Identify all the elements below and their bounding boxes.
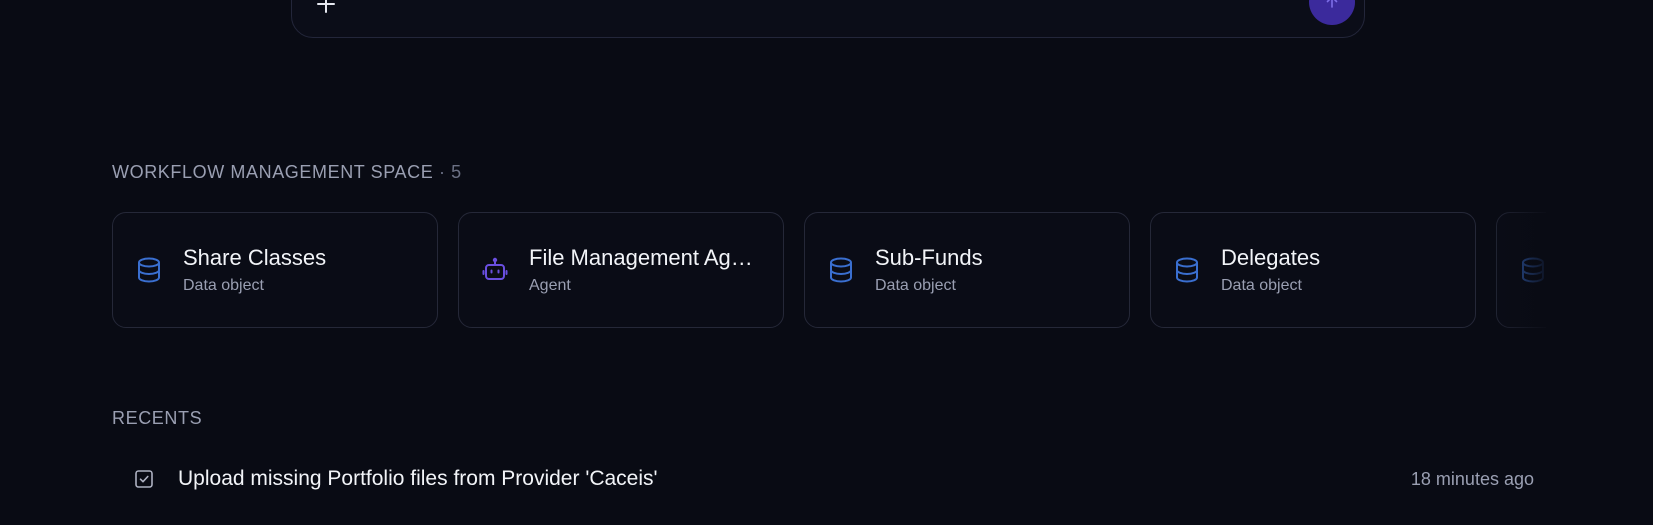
space-count: 5	[451, 162, 462, 182]
space-items-carousel[interactable]: Share Classes Data object File Managemen…	[112, 212, 1546, 330]
card-type: Agent	[529, 277, 571, 294]
database-icon	[830, 257, 852, 283]
message-composer[interactable]	[291, 0, 1365, 38]
page: WORKFLOW MANAGEMENT SPACE · 5 Share Clas…	[0, 0, 1653, 525]
plus-icon[interactable]	[317, 0, 335, 13]
recent-item[interactable]: Upload missing Portfolio files from Prov…	[112, 459, 1534, 499]
recent-item-title: Upload missing Portfolio files from Prov…	[178, 467, 658, 490]
card-type: Data object	[1221, 277, 1302, 294]
space-count-separator: ·	[433, 162, 452, 182]
recent-item-time: 18 minutes ago	[1410, 468, 1534, 489]
checkbox-icon	[135, 470, 153, 488]
send-button[interactable]	[1309, 0, 1355, 25]
database-icon	[1176, 257, 1198, 283]
card-name: File Management Agent	[529, 245, 759, 270]
space-card-delegates[interactable]: Delegates Data object	[1150, 212, 1476, 328]
space-title: WORKFLOW MANAGEMENT SPACE	[112, 162, 434, 182]
space-card-file-management-agent[interactable]: File Management Agent Agent	[458, 212, 784, 328]
arrow-up-icon	[1326, 0, 1338, 8]
card-name: Delegates	[1221, 245, 1321, 270]
card-name: Sub-Funds	[875, 245, 983, 270]
card-type: Data object	[183, 277, 264, 294]
space-heading: WORKFLOW MANAGEMENT SPACE · 5	[112, 162, 462, 183]
space-card-partial[interactable]	[1496, 212, 1546, 328]
space-card-sub-funds[interactable]: Sub-Funds Data object	[804, 212, 1130, 328]
space-card-share-classes[interactable]: Share Classes Data object	[112, 212, 438, 328]
card-type: Data object	[875, 277, 956, 294]
robot-icon	[482, 257, 508, 280]
database-icon	[1522, 257, 1544, 283]
database-icon	[138, 257, 160, 283]
card-name: Share Classes	[183, 245, 327, 270]
recents-heading: RECENTS	[112, 408, 203, 428]
